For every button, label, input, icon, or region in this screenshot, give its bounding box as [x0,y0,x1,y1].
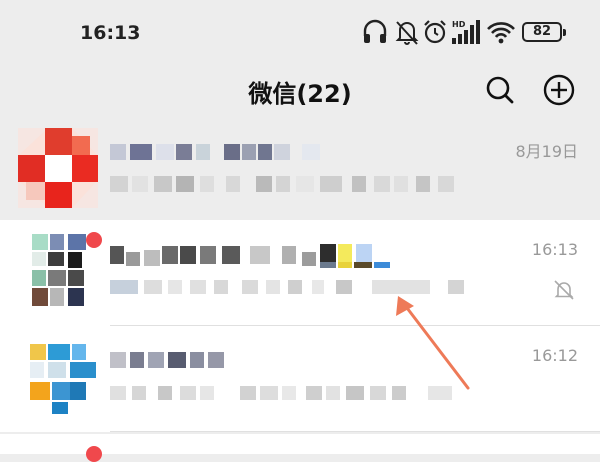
avatar [18,232,98,312]
bell-muted-icon [554,280,574,300]
avatar [18,128,98,208]
chat-preview-redacted [110,386,452,400]
chat-row[interactable]: 16:12 [0,326,600,432]
chat-name-redacted [110,144,320,160]
search-button[interactable] [480,70,520,110]
bell-muted-icon [395,21,419,45]
chat-row-partial[interactable] [0,434,600,462]
plus-circle-icon [543,74,575,106]
status-bar: 16:13 HD 82 [0,0,600,62]
wifi-icon [487,22,515,44]
nav-bar: 微信(22) [0,62,600,118]
battery-icon: 82 [522,22,566,42]
chat-name-redacted [110,352,224,368]
chat-time: 16:12 [531,346,578,365]
chat-list: 8月19日 16:13 16:12 [0,118,600,462]
chat-preview-redacted [110,176,454,192]
add-button[interactable] [539,70,579,110]
divider [110,431,600,432]
unread-badge [86,232,102,248]
hd-signal-icon: HD [452,20,480,44]
unread-badge [86,446,102,462]
headphones-icon [363,19,387,43]
search-icon [486,76,514,104]
chat-row[interactable]: 16:13 [0,220,600,326]
chat-row-pinned[interactable]: 8月19日 [0,118,600,220]
chat-time: 16:13 [531,240,578,259]
status-time: 16:13 [80,22,141,44]
alarm-icon [424,20,446,44]
chat-preview-redacted [110,280,464,294]
chat-time: 8月19日 [515,142,578,161]
avatar [18,340,98,420]
svg-text:HD: HD [452,20,466,29]
chat-name-redacted [110,244,390,268]
